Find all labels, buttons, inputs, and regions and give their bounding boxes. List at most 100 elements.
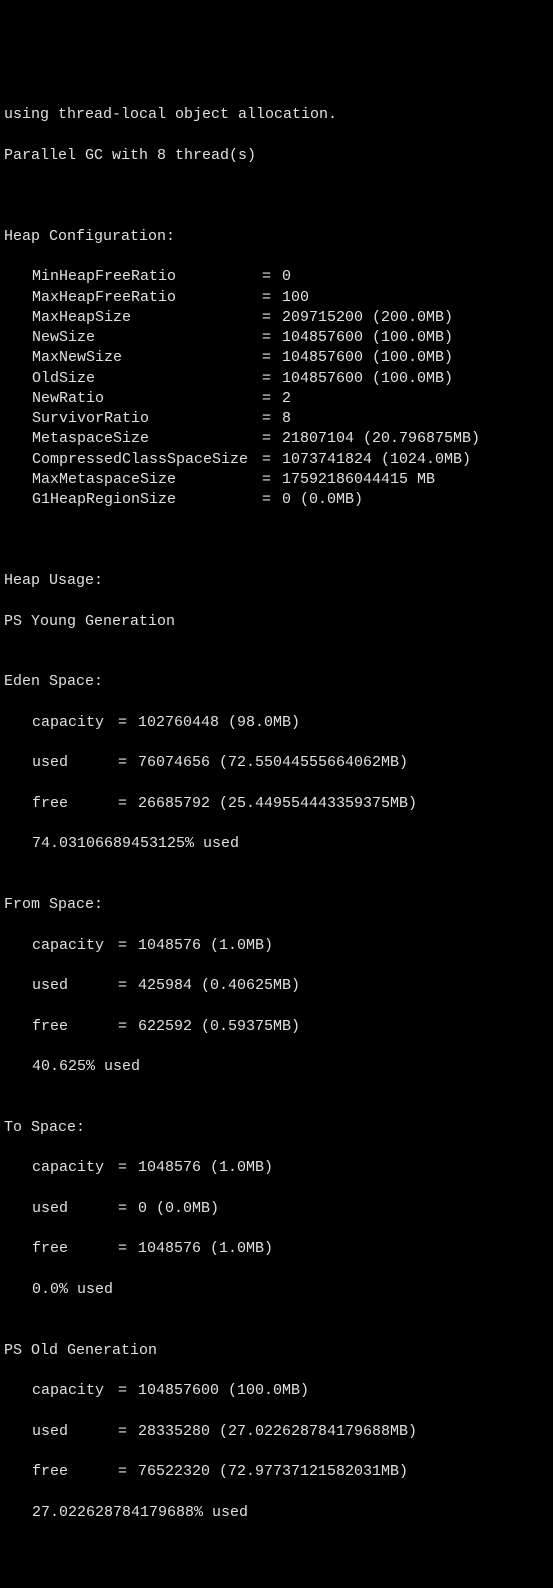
equals: =	[262, 308, 282, 328]
from-used-value: 425984 (0.40625MB)	[138, 976, 300, 996]
to-capacity: capacity=1048576 (1.0MB)	[4, 1158, 549, 1178]
config-key: MaxMetaspaceSize	[32, 470, 262, 490]
from-used: used=425984 (0.40625MB)	[4, 976, 549, 996]
config-row: MinHeapFreeRatio=0	[4, 267, 549, 287]
to-free: free=1048576 (1.0MB)	[4, 1239, 549, 1259]
config-row: MaxHeapFreeRatio=100	[4, 288, 549, 308]
young-gen-title: PS Young Generation	[4, 612, 549, 632]
equals: =	[118, 753, 138, 773]
equals: =	[118, 1199, 138, 1219]
config-value: 104857600 (100.0MB)	[282, 369, 453, 389]
blank-line	[4, 531, 549, 551]
free-label: free	[32, 1462, 118, 1482]
to-pct: 0.0% used	[4, 1280, 549, 1300]
config-value: 104857600 (100.0MB)	[282, 348, 453, 368]
equals: =	[118, 1422, 138, 1442]
used-label: used	[32, 1422, 118, 1442]
capacity-label: capacity	[32, 1381, 118, 1401]
capacity-label: capacity	[32, 936, 118, 956]
header-line-2: Parallel GC with 8 thread(s)	[4, 146, 549, 166]
config-value: 21807104 (20.796875MB)	[282, 429, 480, 449]
config-value: 1073741824 (1024.0MB)	[282, 450, 471, 470]
equals: =	[262, 328, 282, 348]
from-free: free=622592 (0.59375MB)	[4, 1017, 549, 1037]
equals: =	[262, 348, 282, 368]
config-row: G1HeapRegionSize=0 (0.0MB)	[4, 490, 549, 510]
equals: =	[262, 369, 282, 389]
free-label: free	[32, 794, 118, 814]
from-title: From Space:	[4, 895, 549, 915]
equals: =	[262, 267, 282, 287]
to-title: To Space:	[4, 1118, 549, 1138]
heap-config-title: Heap Configuration:	[4, 227, 549, 247]
config-key: MaxHeapFreeRatio	[32, 288, 262, 308]
old-free-value: 76522320 (72.97737121582031MB)	[138, 1462, 408, 1482]
old-used-value: 28335280 (27.022628784179688MB)	[138, 1422, 417, 1442]
old-pct: 27.022628784179688% used	[4, 1503, 549, 1523]
equals: =	[262, 389, 282, 409]
config-key: CompressedClassSpaceSize	[32, 450, 262, 470]
old-capacity: capacity=104857600 (100.0MB)	[4, 1381, 549, 1401]
config-row: MetaspaceSize=21807104 (20.796875MB)	[4, 429, 549, 449]
old-gen-title: PS Old Generation	[4, 1341, 549, 1361]
old-used: used=28335280 (27.022628784179688MB)	[4, 1422, 549, 1442]
config-value: 100	[282, 288, 309, 308]
config-key: NewRatio	[32, 389, 262, 409]
config-key: G1HeapRegionSize	[32, 490, 262, 510]
config-row: NewRatio=2	[4, 389, 549, 409]
to-free-value: 1048576 (1.0MB)	[138, 1239, 273, 1259]
eden-title: Eden Space:	[4, 672, 549, 692]
old-free: free=76522320 (72.97737121582031MB)	[4, 1462, 549, 1482]
config-value: 0	[282, 267, 291, 287]
equals: =	[118, 936, 138, 956]
config-value: 0 (0.0MB)	[282, 490, 363, 510]
eden-capacity: capacity=102760448 (98.0MB)	[4, 713, 549, 733]
eden-capacity-value: 102760448 (98.0MB)	[138, 713, 300, 733]
equals: =	[262, 470, 282, 490]
free-label: free	[32, 1239, 118, 1259]
config-row: MaxHeapSize=209715200 (200.0MB)	[4, 308, 549, 328]
config-row: OldSize=104857600 (100.0MB)	[4, 369, 549, 389]
eden-free: free=26685792 (25.449554443359375MB)	[4, 794, 549, 814]
eden-free-value: 26685792 (25.449554443359375MB)	[138, 794, 417, 814]
free-label: free	[32, 1017, 118, 1037]
config-key: MinHeapFreeRatio	[32, 267, 262, 287]
capacity-label: capacity	[32, 713, 118, 733]
equals: =	[118, 1158, 138, 1178]
config-key: SurvivorRatio	[32, 409, 262, 429]
terminal-output: using thread-local object allocation. Pa…	[4, 85, 549, 1543]
equals: =	[118, 713, 138, 733]
config-row: MaxMetaspaceSize=17592186044415 MB	[4, 470, 549, 490]
heap-usage-title: Heap Usage:	[4, 571, 549, 591]
config-value: 8	[282, 409, 291, 429]
capacity-label: capacity	[32, 1158, 118, 1178]
config-key: MaxNewSize	[32, 348, 262, 368]
from-pct: 40.625% used	[4, 1057, 549, 1077]
equals: =	[118, 976, 138, 996]
eden-pct: 74.03106689453125% used	[4, 834, 549, 854]
config-value: 17592186044415 MB	[282, 470, 435, 490]
config-row: NewSize=104857600 (100.0MB)	[4, 328, 549, 348]
config-value: 2	[282, 389, 291, 409]
to-capacity-value: 1048576 (1.0MB)	[138, 1158, 273, 1178]
used-label: used	[32, 976, 118, 996]
config-key: NewSize	[32, 328, 262, 348]
equals: =	[262, 450, 282, 470]
equals: =	[118, 1462, 138, 1482]
header-line-1: using thread-local object allocation.	[4, 105, 549, 125]
config-row: SurvivorRatio=8	[4, 409, 549, 429]
used-label: used	[32, 1199, 118, 1219]
equals: =	[118, 1381, 138, 1401]
to-used: used=0 (0.0MB)	[4, 1199, 549, 1219]
config-value: 209715200 (200.0MB)	[282, 308, 453, 328]
used-label: used	[32, 753, 118, 773]
equals: =	[118, 794, 138, 814]
from-free-value: 622592 (0.59375MB)	[138, 1017, 300, 1037]
equals: =	[118, 1239, 138, 1259]
equals: =	[262, 409, 282, 429]
config-row: CompressedClassSpaceSize=1073741824 (102…	[4, 450, 549, 470]
blank-line	[4, 186, 549, 206]
config-row: MaxNewSize=104857600 (100.0MB)	[4, 348, 549, 368]
config-value: 104857600 (100.0MB)	[282, 328, 453, 348]
from-capacity-value: 1048576 (1.0MB)	[138, 936, 273, 956]
